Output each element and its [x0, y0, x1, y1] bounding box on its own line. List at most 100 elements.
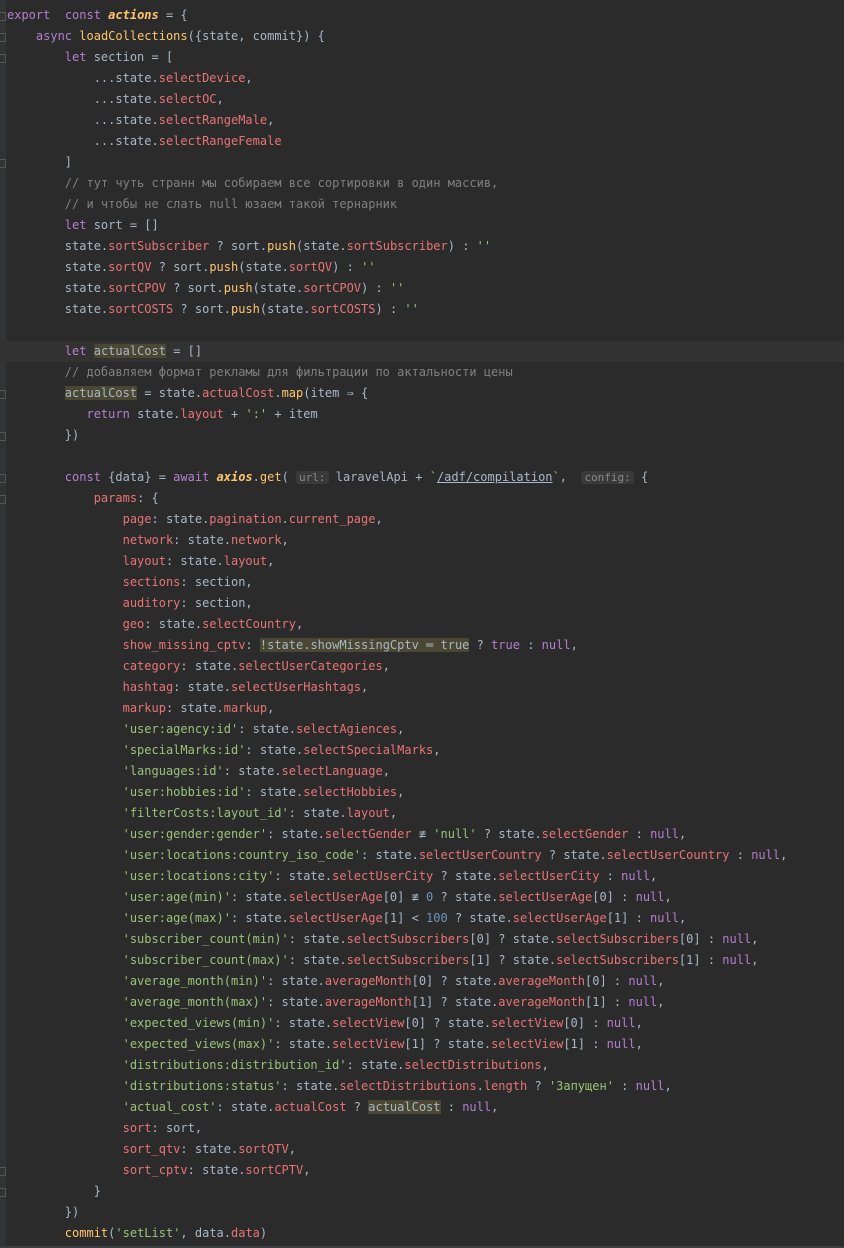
code-line[interactable]: 'average_month(max)': state.averageMonth… — [0, 992, 844, 1013]
code-line-text: ...state.selectRangeFemale — [7, 131, 282, 152]
code-token: ? state. — [433, 869, 499, 883]
code-line[interactable]: 'subscriber_count(min)': state.selectSub… — [0, 929, 844, 950]
code-line[interactable]: ...state.selectRangeMale, — [0, 110, 844, 131]
code-token: ? sort. — [173, 302, 231, 316]
code-line[interactable]: async loadCollections({state, commit}) { — [0, 26, 844, 47]
code-line[interactable]: 'user:locations:country_iso_code': state… — [0, 845, 844, 866]
code-token: , data. — [180, 1226, 231, 1240]
code-line[interactable]: // и чтобы не слать null юзаем такой тер… — [0, 194, 844, 215]
code-line[interactable]: 'average_month(min)': state.averageMonth… — [0, 971, 844, 992]
fold-marker-icon[interactable] — [0, 159, 6, 168]
fold-marker-icon[interactable] — [0, 33, 6, 42]
code-line[interactable]: ...state.selectDevice, — [0, 68, 844, 89]
code-line-text: actualCost = state.actualCost.map(item ⇒… — [7, 383, 368, 404]
code-line[interactable]: 'user:age(min)': state.selectUserAge[0] … — [0, 887, 844, 908]
fold-marker-icon[interactable] — [0, 12, 6, 21]
code-token: category — [122, 659, 181, 673]
code-line[interactable]: 'user:gender:gender': state.selectGender… — [0, 824, 844, 845]
code-editor[interactable]: export const actions = { async loadColle… — [0, 0, 844, 1248]
code-token: null — [650, 911, 679, 925]
code-line[interactable]: 'specialMarks:id': state.selectSpecialMa… — [0, 740, 844, 761]
code-line[interactable]: 'expected_views(min)': state.selectView[… — [0, 1013, 844, 1034]
fold-marker-icon[interactable] — [0, 432, 6, 441]
code-line[interactable]: hashtag: state.selectUserHashtags, — [0, 677, 844, 698]
code-token: let — [64, 344, 87, 358]
code-line[interactable]: // добавляем формат рекламы для фильтрац… — [0, 362, 844, 383]
code-line[interactable]: state.sortCPOV ? sort.push(state.sortCPO… — [0, 278, 844, 299]
code-line[interactable]: ...state.selectRangeFemale — [0, 131, 844, 152]
code-token: state. — [7, 302, 109, 316]
code-line[interactable]: geo: state.selectCountry, — [0, 614, 844, 635]
code-line[interactable]: state.sortCOSTS ? sort.push(state.sortCO… — [0, 299, 844, 320]
code-line[interactable]: show_missing_cptv: !state.showMissingCpt… — [0, 635, 844, 656]
code-token: [1] ? state. — [469, 953, 557, 967]
fold-marker-icon[interactable] — [0, 495, 6, 504]
code-line[interactable]: 'user:age(max)': state.selectUserAge[1] … — [0, 908, 844, 929]
code-token: : state. — [216, 1100, 275, 1114]
code-line[interactable]: } — [0, 1181, 844, 1202]
code-line[interactable]: ...state.selectOC, — [0, 89, 844, 110]
code-line[interactable]: state.sortQV ? sort.push(state.sortQV) :… — [0, 257, 844, 278]
code-line[interactable]: actualCost = state.actualCost.map(item ⇒… — [0, 383, 844, 404]
code-line[interactable]: 'user:hobbies:id': state.selectHobbies, — [0, 782, 844, 803]
code-line[interactable]: 'user:agency:id': state.selectAgiences, — [0, 719, 844, 740]
fold-marker-icon[interactable] — [0, 474, 6, 483]
code-line[interactable]: params: { — [0, 488, 844, 509]
code-token: push — [223, 281, 253, 295]
code-line[interactable]: markup: state.markup, — [0, 698, 844, 719]
code-line[interactable]: let actualCost = [] — [0, 341, 844, 362]
code-line[interactable]: ] — [0, 152, 844, 173]
code-line[interactable]: }) — [0, 1202, 844, 1223]
code-token: length — [483, 1079, 528, 1093]
code-token: network — [230, 533, 282, 547]
code-line[interactable]: commit('setList', data.data) — [0, 1223, 844, 1244]
code-line[interactable]: layout: state.layout, — [0, 551, 844, 572]
code-token: // тут чуть странн мы собираем все сорти… — [64, 176, 499, 190]
code-line[interactable]: 'expected_views(max)': state.selectView[… — [0, 1034, 844, 1055]
code-line[interactable]: 'languages:id': state.selectLanguage, — [0, 761, 844, 782]
code-token: current_page — [288, 512, 376, 526]
code-line[interactable]: }) — [0, 425, 844, 446]
code-line[interactable]: 'distributions:distribution_id': state.s… — [0, 1055, 844, 1076]
code-line[interactable]: 'filterCosts:layout_id': state.layout, — [0, 803, 844, 824]
code-line-text: params: { — [7, 488, 159, 509]
code-line[interactable]: // тут чуть странн мы собираем все сорти… — [0, 173, 844, 194]
fold-marker-icon[interactable] — [0, 1167, 6, 1176]
code-line[interactable]: auditory: section, — [0, 593, 844, 614]
code-token: : state. — [173, 533, 231, 547]
fold-marker-icon[interactable] — [0, 54, 6, 63]
code-line[interactable]: 'distributions:status': state.selectDist… — [0, 1076, 844, 1097]
code-token: sortCPOV — [303, 281, 362, 295]
code-line[interactable]: let section = [ — [0, 47, 844, 68]
fold-marker-icon[interactable] — [0, 390, 6, 399]
code-token: [1] : — [606, 911, 651, 925]
code-line[interactable]: let sort = [] — [0, 215, 844, 236]
fold-marker-icon[interactable] — [0, 1188, 6, 1197]
code-token: map — [281, 386, 304, 400]
code-line[interactable]: 'user:locations:city': state.selectUserC… — [0, 866, 844, 887]
code-line[interactable]: network: state.network, — [0, 530, 844, 551]
code-token: const — [64, 470, 101, 484]
code-line[interactable]: sort: sort, — [0, 1118, 844, 1139]
code-token: sortQV — [288, 260, 333, 274]
code-line[interactable]: 'actual_cost': state.actualCost ? actual… — [0, 1097, 844, 1118]
code-line[interactable]: page: state.pagination.current_page, — [0, 509, 844, 530]
code-token: selectUserAge — [512, 911, 607, 925]
code-line[interactable]: sort_cptv: state.sortCPTV, — [0, 1160, 844, 1181]
code-line[interactable]: sections: section, — [0, 572, 844, 593]
code-line[interactable]: state.sortSubscriber ? sort.push(state.s… — [0, 236, 844, 257]
code-line[interactable]: sort_qtv: state.sortQTV, — [0, 1139, 844, 1160]
code-token: null — [650, 827, 679, 841]
code-line[interactable]: const {data} = await axios.get( url: lar… — [0, 467, 844, 488]
code-line[interactable] — [0, 320, 844, 341]
code-line[interactable]: export const actions = { — [0, 5, 844, 26]
code-token: selectView — [332, 1037, 405, 1051]
code-line[interactable]: return state.layout + ':' + item — [0, 404, 844, 425]
code-line[interactable]: 'subscriber_count(max)': state.selectSub… — [0, 950, 844, 971]
code-line[interactable]: category: state.selectUserCategories, — [0, 656, 844, 677]
code-token: layout — [223, 554, 268, 568]
code-line[interactable] — [0, 446, 844, 467]
